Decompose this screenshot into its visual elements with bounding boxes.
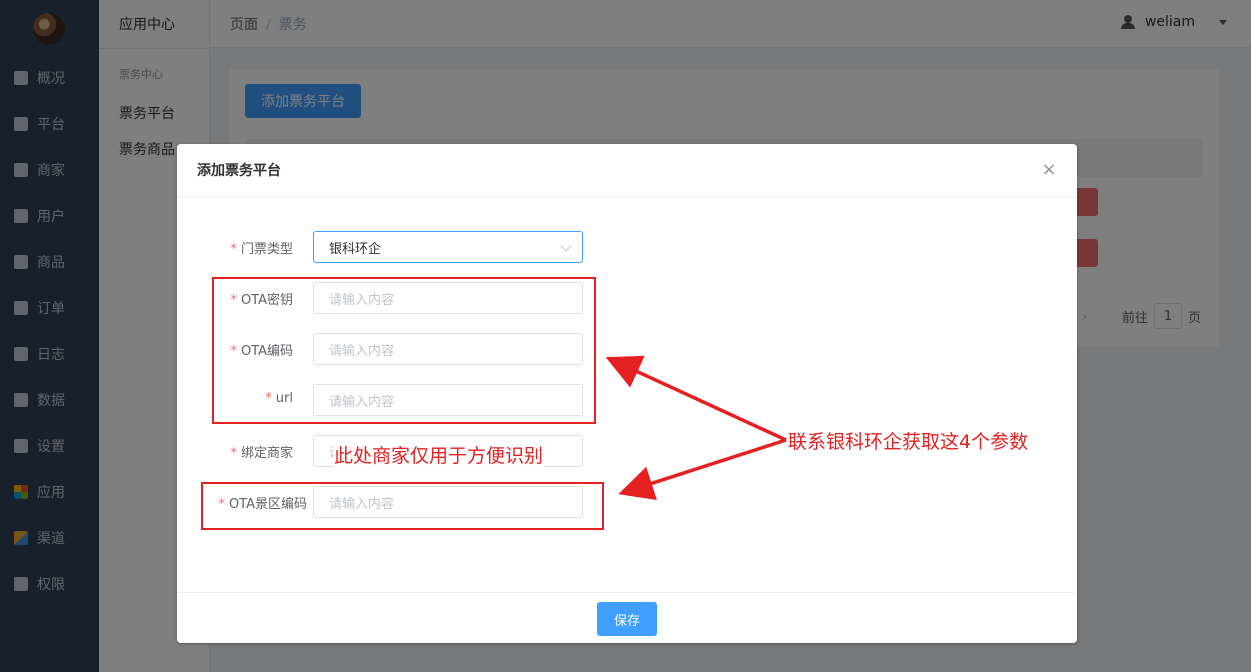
save-button[interactable]: 保存 (597, 602, 657, 636)
annotation-box-params (212, 277, 596, 424)
merchant-note: 此处商家仅用于方便识别 (334, 441, 544, 468)
dialog-footer-divider (177, 592, 1077, 593)
params-note: 联系银科环企获取这4个参数 (788, 431, 1029, 453)
ticket-type-select[interactable]: 银科环企 (313, 231, 583, 263)
bind-merchant-label: * 绑定商家 (230, 446, 293, 461)
ticket-type-label: * 门票类型 (230, 242, 293, 257)
chevron-down-icon (560, 240, 572, 252)
dialog-header-divider (177, 196, 1077, 197)
dialog-title: 添加票务平台 (197, 163, 281, 179)
annotation-box-scenic (201, 482, 604, 530)
close-icon[interactable]: × (1041, 161, 1057, 179)
